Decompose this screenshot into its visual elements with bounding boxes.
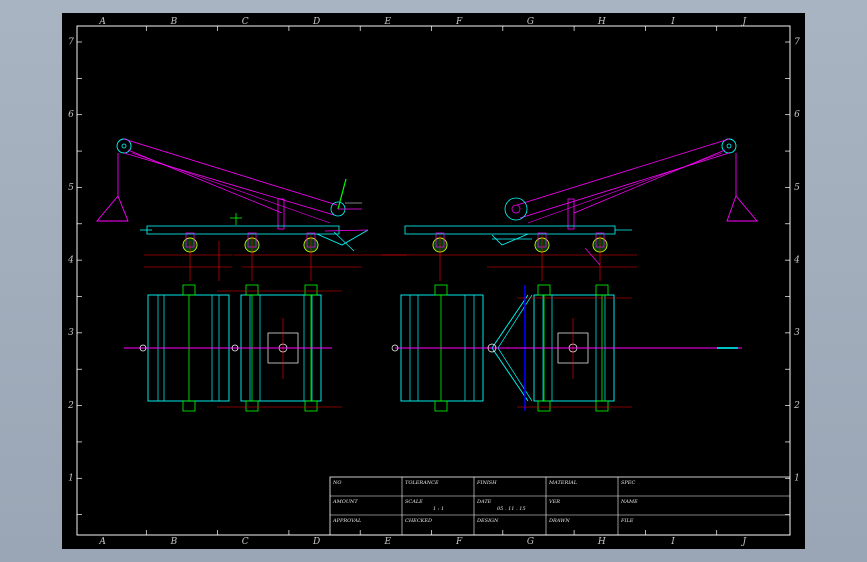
grid-row-labels-right: 7 6 5 4 3 2 1 [785, 37, 800, 515]
grid-row-label: 1 [68, 474, 74, 484]
grid-column-label: H [597, 537, 606, 547]
tb-scale-value: 1 : 1 [433, 506, 444, 512]
grid-row-label: 2 [67, 401, 74, 411]
grid-column-label: C [242, 537, 249, 547]
grid-column-label: I [670, 17, 675, 27]
tb-drawn: DRAWN [548, 518, 570, 524]
grid-column-label: G [527, 537, 534, 547]
grid-row-label: 7 [68, 37, 74, 47]
grid-column-label: I [670, 537, 675, 547]
tb-name: NAME [620, 499, 638, 505]
tb-tolerance: TOLERANCE [405, 480, 439, 486]
left-crane-side-view [96, 138, 407, 281]
grid-column-label: A [98, 537, 106, 547]
tb-checked: CHECKED [405, 518, 432, 524]
grid-row-label: 6 [794, 110, 800, 120]
grid-row-label: 5 [794, 183, 800, 193]
grid-row-label: 2 [793, 401, 800, 411]
grid-column-labels-bottom: A B C D E F G H I J [98, 530, 748, 547]
grid-row-label: 7 [794, 37, 800, 47]
grid-column-label: D [312, 17, 320, 27]
grid-column-label: E [384, 537, 392, 547]
grid-column-label: G [527, 17, 534, 27]
grid-column-label: F [455, 537, 463, 547]
grid-column-label: F [455, 17, 463, 27]
grid-column-label: B [170, 537, 178, 547]
tb-date-value: 05 . 11 . 15 [497, 506, 526, 512]
tb-spec: SPEC [621, 480, 635, 486]
grid-row-label: 1 [794, 474, 800, 484]
grid-row-label: 5 [68, 183, 74, 193]
tb-scale: SCALE [405, 499, 423, 505]
inner-frame [76, 25, 791, 536]
grid-row-label: 4 [793, 256, 800, 266]
grid-row-labels-left: 7 6 5 4 3 2 1 [67, 37, 82, 515]
right-plan-view [391, 284, 742, 412]
grid-column-label: J [741, 17, 748, 27]
grid-column-label: B [170, 17, 178, 27]
tb-material: MATERIAL [548, 480, 578, 486]
right-crane-side-view [382, 138, 758, 281]
cad-viewport[interactable]: A B C D E F G H I J A B C D E F G H I J 7 6 5 4 3 2 1 7 6 5 4 3 2 1 NO… [62, 13, 805, 549]
grid-column-label: C [242, 17, 249, 27]
grid-row-label: 3 [794, 328, 800, 338]
grid-column-label: E [384, 17, 392, 27]
tb-ver: VER [549, 499, 560, 505]
left-plan-view [124, 284, 342, 412]
grid-row-label: 3 [68, 328, 74, 338]
grid-row-label: 6 [68, 110, 74, 120]
tb-date: DATE [476, 499, 492, 505]
grid-column-label: J [741, 537, 748, 547]
tb-no: NO [332, 480, 341, 486]
grid-column-label: A [98, 17, 106, 27]
grid-row-label: 4 [67, 256, 74, 266]
grid-column-label: D [312, 537, 320, 547]
tb-file: FILE [620, 518, 634, 524]
outer-frame [76, 25, 791, 536]
title-block: NO TOLERANCE FINISH MATERIAL SPEC AMOUNT… [329, 476, 791, 536]
grid-column-labels-top: A B C D E F G H I J [98, 17, 748, 31]
tb-design: DESIGN [476, 518, 499, 524]
tb-finish: FINISH [476, 480, 497, 486]
tb-approval: APPROVAL [332, 518, 362, 524]
tb-amount: AMOUNT [332, 499, 358, 505]
grid-column-label: H [597, 17, 606, 27]
cad-drawing: A B C D E F G H I J A B C D E F G H I J 7 6 5 4 3 2 1 7 6 5 4 3 2 1 NO… [67, 17, 800, 547]
